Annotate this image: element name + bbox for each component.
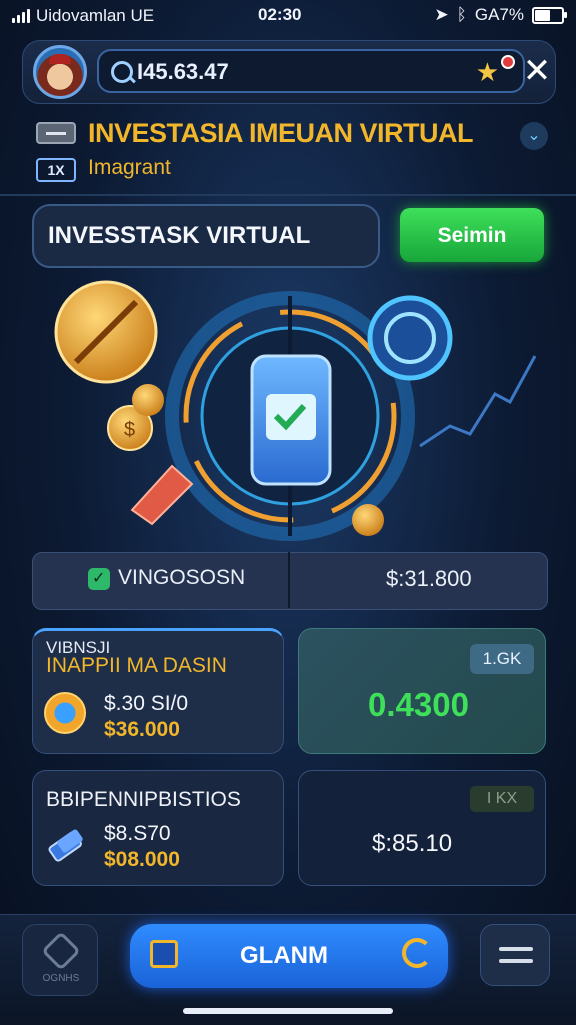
bluetooth-icon: ᛒ <box>456 5 467 24</box>
avatar[interactable] <box>33 45 87 99</box>
card4-pill: I KX <box>470 786 534 812</box>
battery-label: GA7% <box>474 5 524 24</box>
card-stack-icon <box>48 829 83 862</box>
card3-heading: BBIPENNIPBISTIOS <box>46 788 241 811</box>
search-bar[interactable]: ★ <box>97 49 525 93</box>
search-input[interactable] <box>135 57 439 87</box>
card3-value2: $08.000 <box>104 848 180 871</box>
notification-badge <box>501 55 515 69</box>
stats-right-value: $:31.800 <box>386 566 472 591</box>
card-icon <box>36 122 76 144</box>
status-right: ➤ ᛒ GA7% <box>434 5 567 25</box>
target-icon <box>367 295 453 381</box>
card1-heading-line2: INAPPII MA DASIN <box>46 654 227 677</box>
menu-line <box>499 959 533 963</box>
close-button[interactable]: ✕ <box>519 53 555 89</box>
status-left: Uidovamlan UE <box>12 6 154 26</box>
signal-icon <box>12 9 30 23</box>
primary-button[interactable]: Seimin <box>400 208 544 262</box>
battery-icon <box>532 6 567 24</box>
menu-button[interactable] <box>480 924 550 986</box>
status-time: 02:30 <box>258 5 302 24</box>
menu-line <box>499 947 533 951</box>
card1-value2: $36.000 <box>104 718 180 741</box>
star-icon[interactable]: ★ <box>476 59 499 85</box>
small-coin-icon <box>352 504 384 536</box>
card4-value: $:85.10 <box>372 830 453 857</box>
search-icon <box>111 61 133 83</box>
app-subtitle: Imagrant <box>88 156 171 179</box>
svg-text:$: $ <box>124 419 135 441</box>
chevron-down-icon[interactable]: ⌄ <box>520 122 548 150</box>
refresh-icon <box>402 938 432 968</box>
stats-left-label: VINGOSOSN <box>118 566 246 589</box>
rocket-icon <box>130 464 194 526</box>
hero-illustration: $ <box>54 280 537 541</box>
home-icon <box>41 931 81 971</box>
compass-coin-icon <box>54 280 158 384</box>
square-icon <box>150 940 178 968</box>
card1-value1: $.30 SI/0 <box>104 692 189 715</box>
carrier-label: Uidovamlan UE <box>36 6 155 25</box>
stats-separator <box>288 552 290 608</box>
tag-badge: 1X <box>36 158 76 182</box>
app-title: INVESTASIA IMEUAN VIRTUAL <box>88 118 474 148</box>
check-badge-icon <box>88 568 110 590</box>
medal-icon <box>44 692 86 734</box>
card3-value1: $8.S70 <box>104 822 171 845</box>
main-action-button[interactable]: GLANM <box>130 924 448 988</box>
card2-pill: 1.GK <box>470 644 534 674</box>
battery-fill <box>535 9 550 21</box>
coin-icon: $ <box>107 384 164 451</box>
location-icon: ➤ <box>434 5 449 24</box>
avatar-cap-icon <box>49 54 71 64</box>
panel-title: INVESSTASK VIRTUAL <box>48 222 311 249</box>
nav-home-button[interactable]: OGNHS <box>22 924 98 996</box>
top-header: ★ ✕ <box>22 40 556 104</box>
phone-icon <box>250 354 332 486</box>
main-action-label: GLANM <box>240 942 328 969</box>
nav-home-label: OGNHS <box>42 973 80 984</box>
status-bar: Uidovamlan UE 02:30 ➤ ᛒ GA7% <box>0 0 576 32</box>
divider <box>0 194 576 196</box>
card2-value: 0.4300 <box>368 686 469 723</box>
home-indicator[interactable] <box>183 1008 393 1014</box>
